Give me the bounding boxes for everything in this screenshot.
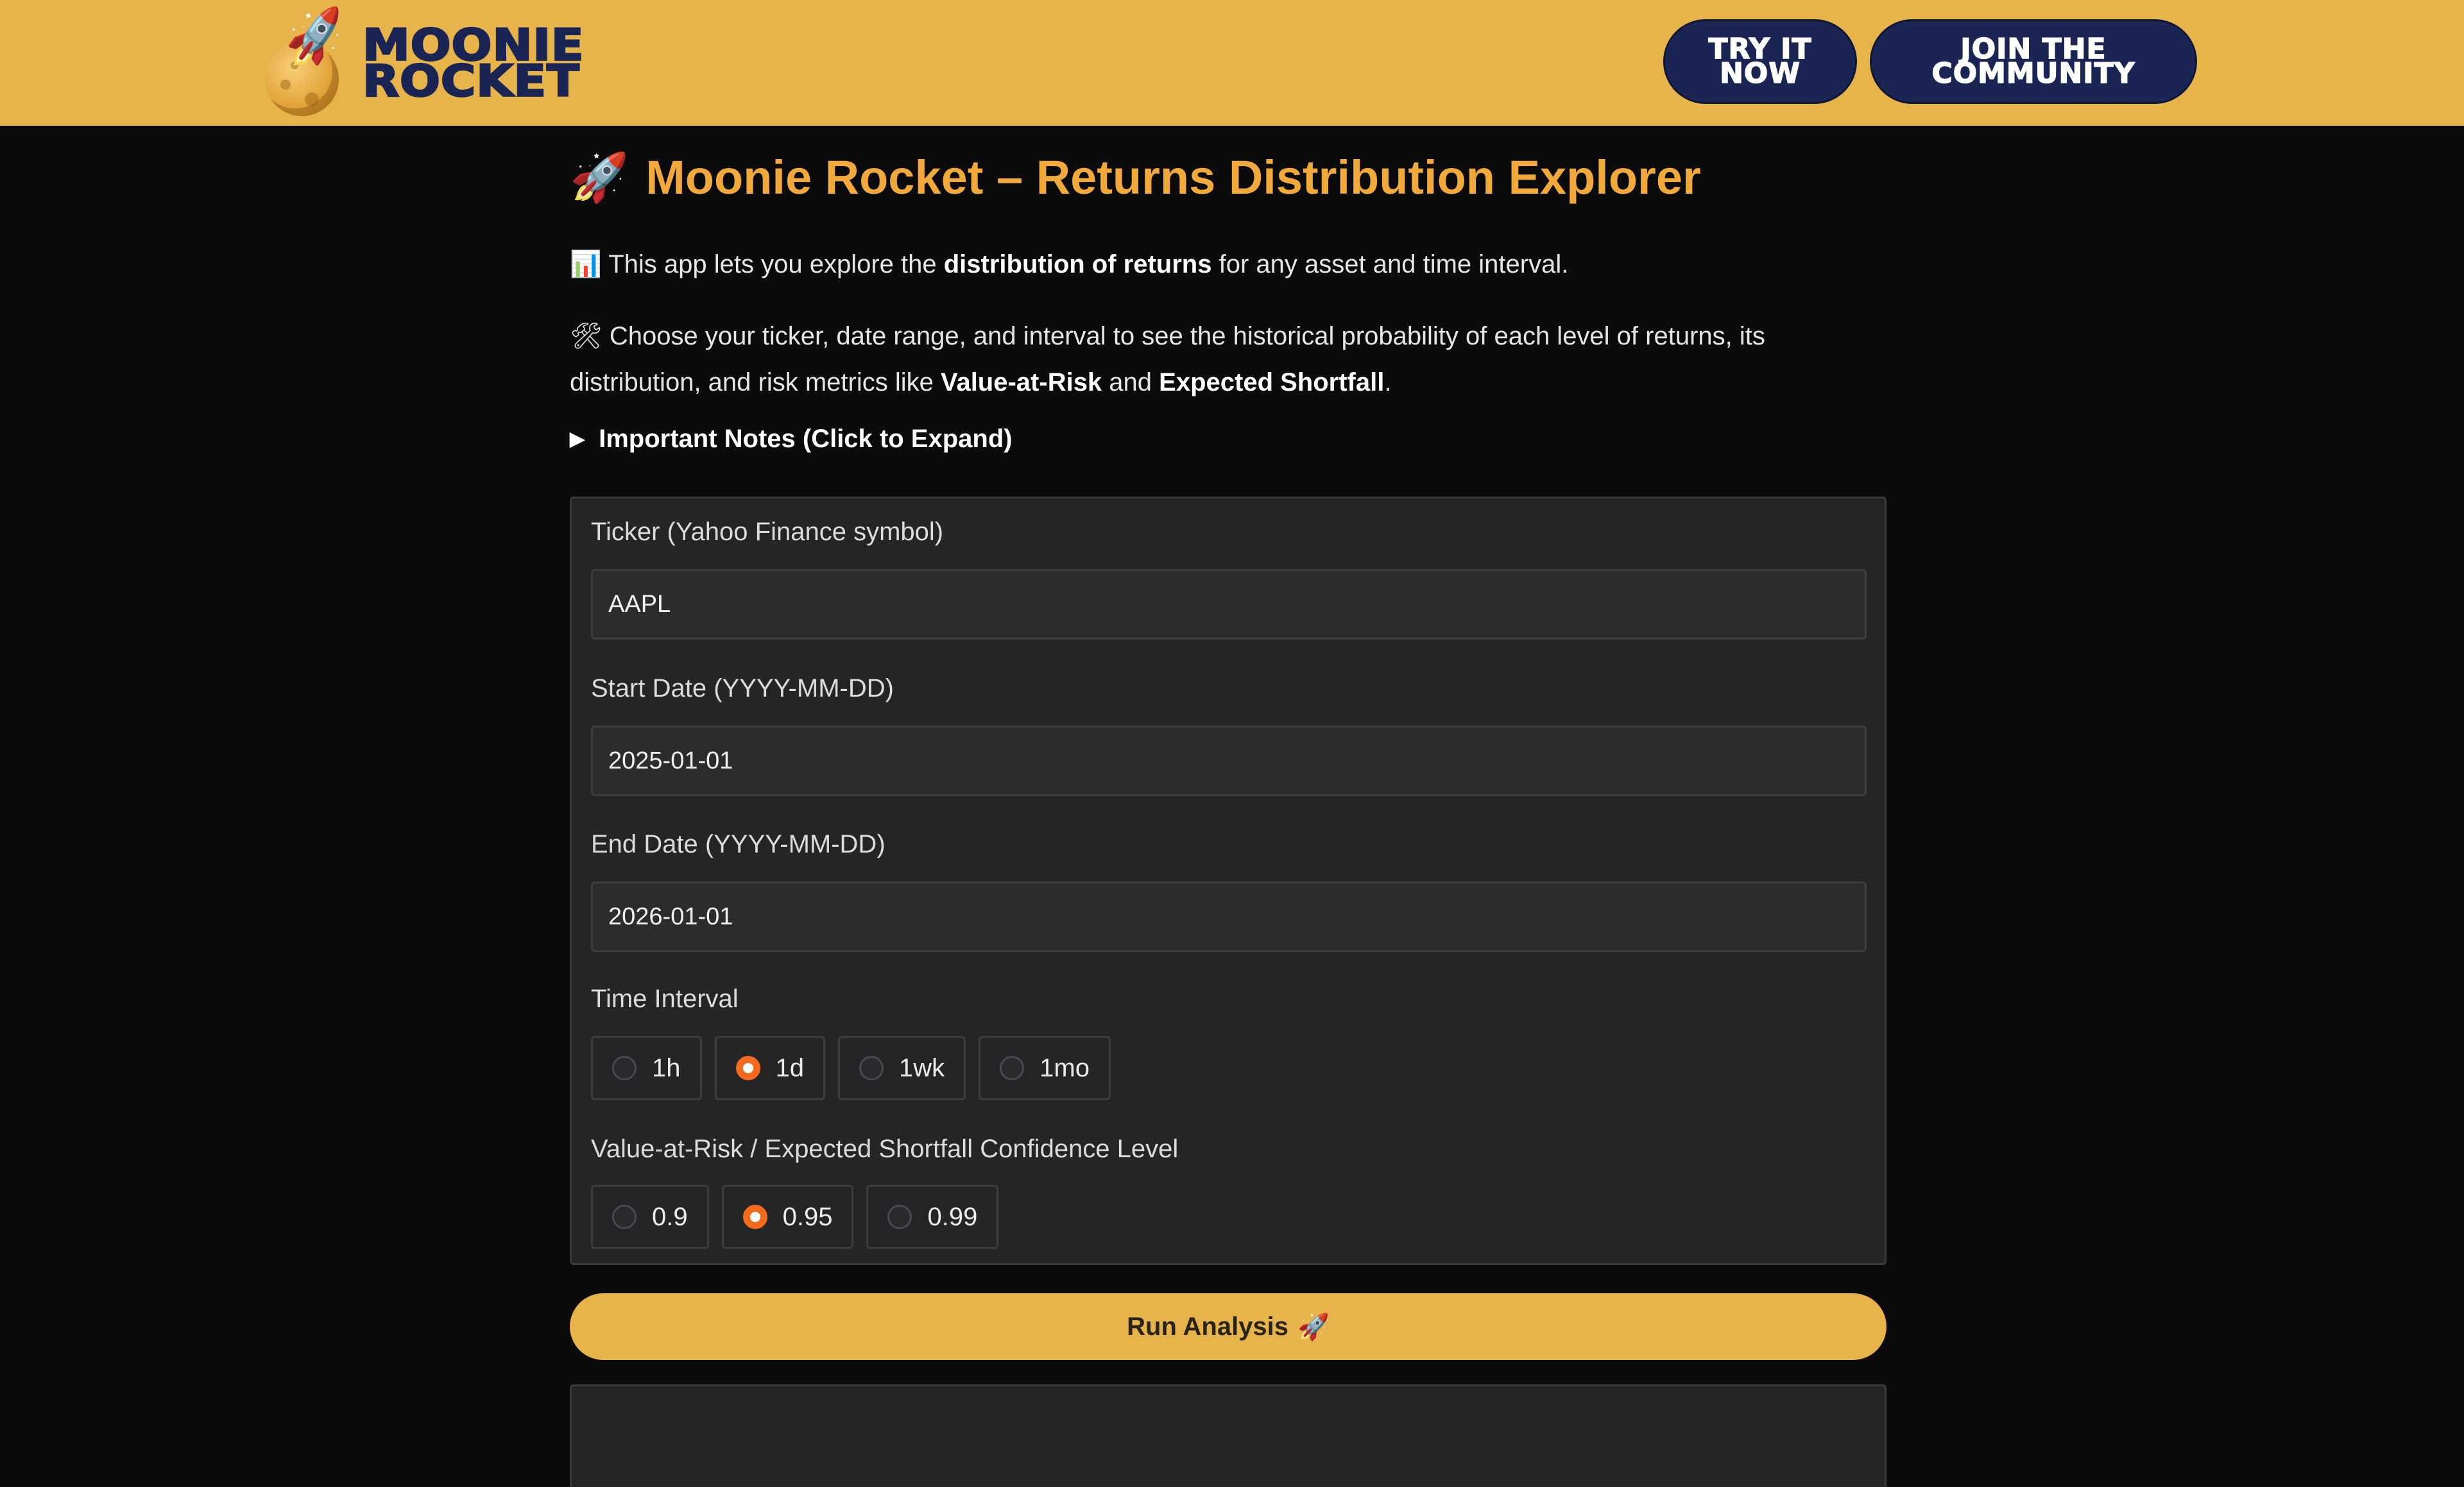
intro-text-post: for any asset and time interval. bbox=[1211, 250, 1569, 278]
run-analysis-button[interactable]: Run Analysis 🚀 bbox=[570, 1293, 1887, 1360]
moonie-rocket-logo[interactable]: 🚀 MOONIE ROCKET bbox=[260, 4, 671, 116]
radio-circle-icon bbox=[735, 1056, 760, 1080]
interval-option-1wk[interactable]: 1wk bbox=[838, 1036, 966, 1100]
instructions-bold-var: Value-at-Risk bbox=[940, 368, 1102, 396]
site-header: 🚀 MOONIE ROCKET TRY IT NOW JOIN THE COMM… bbox=[0, 0, 2464, 126]
radio-circle-icon bbox=[1000, 1056, 1025, 1080]
page-title-text: Moonie Rocket – Returns Distribution Exp… bbox=[646, 151, 1701, 204]
confidence-option-label: 0.9 bbox=[652, 1202, 688, 1231]
join-line-2: COMMUNITY bbox=[1931, 57, 2135, 90]
confidence-level-label: Value-at-Risk / Expected Shortfall Confi… bbox=[591, 1135, 1179, 1163]
notes-label: Important Notes (Click to Expand) bbox=[599, 425, 1013, 453]
radio-circle-icon bbox=[859, 1056, 884, 1080]
time-interval-radio-group: 1h 1d 1wk 1mo bbox=[591, 1036, 1111, 1100]
rocket-icon: 🚀 bbox=[1297, 1313, 1330, 1341]
start-date-label: Start Date (YYYY-MM-DD) bbox=[591, 674, 894, 702]
join-community-button[interactable]: JOIN THE COMMUNITY bbox=[1870, 19, 2197, 104]
logo-wordmark: MOONIE ROCKET bbox=[361, 22, 584, 106]
confidence-option-0_99[interactable]: 0.99 bbox=[866, 1185, 999, 1249]
page-title: 🚀 Moonie Rocket – Returns Distribution Ex… bbox=[570, 150, 1701, 206]
run-analysis-label: Run Analysis bbox=[1127, 1312, 1289, 1341]
interval-option-1mo[interactable]: 1mo bbox=[979, 1036, 1111, 1100]
important-notes-toggle[interactable]: ▶ Important Notes (Click to Expand) bbox=[570, 425, 1013, 454]
radio-circle-icon bbox=[612, 1205, 637, 1229]
end-date-input[interactable] bbox=[591, 881, 1867, 952]
confidence-option-label: 0.99 bbox=[927, 1202, 978, 1231]
intro-text-bold: distribution of returns bbox=[943, 250, 1212, 278]
confidence-option-0_9[interactable]: 0.9 bbox=[591, 1185, 709, 1249]
intro-paragraph: 📊 This app lets you explore the distribu… bbox=[570, 241, 1887, 287]
logo-line-2: ROCKET bbox=[361, 55, 580, 106]
instructions-paragraph: 🛠 Choose your ticker, date range, and in… bbox=[570, 313, 1887, 405]
instructions-text-post: . bbox=[1384, 368, 1392, 396]
rocket-icon: 🚀 bbox=[570, 151, 629, 204]
bar-chart-icon: 📊 bbox=[570, 250, 602, 278]
interval-option-1h[interactable]: 1h bbox=[591, 1036, 702, 1100]
interval-option-1d[interactable]: 1d bbox=[714, 1036, 825, 1100]
intro-text-pre: This app lets you explore the bbox=[601, 250, 944, 278]
interval-option-label: 1mo bbox=[1040, 1053, 1090, 1082]
instructions-text-mid: and bbox=[1102, 368, 1159, 396]
ticker-label: Ticker (Yahoo Finance symbol) bbox=[591, 518, 944, 546]
try-line-2: NOW bbox=[1719, 57, 1801, 90]
radio-circle-icon bbox=[612, 1056, 637, 1080]
expand-triangle-icon: ▶ bbox=[570, 429, 585, 450]
ticker-input[interactable] bbox=[591, 569, 1867, 640]
instructions-bold-es: Expected Shortfall bbox=[1159, 368, 1385, 396]
confidence-level-radio-group: 0.9 0.95 0.99 bbox=[591, 1185, 999, 1249]
time-interval-label: Time Interval bbox=[591, 985, 739, 1013]
end-date-label: End Date (YYYY-MM-DD) bbox=[591, 830, 886, 858]
interval-option-label: 1d bbox=[775, 1053, 805, 1082]
radio-circle-icon bbox=[887, 1205, 912, 1229]
start-date-input[interactable] bbox=[591, 726, 1867, 796]
confidence-option-label: 0.95 bbox=[782, 1202, 833, 1231]
try-it-now-button[interactable]: TRY IT NOW bbox=[1663, 19, 1857, 104]
results-panel bbox=[570, 1384, 1887, 1487]
confidence-option-0_95[interactable]: 0.95 bbox=[721, 1185, 854, 1249]
analysis-form: Ticker (Yahoo Finance symbol) Start Date… bbox=[570, 497, 1887, 1265]
moon-rocket-icon: 🚀 bbox=[260, 4, 351, 116]
tools-icon: 🛠 bbox=[570, 322, 603, 350]
interval-option-label: 1wk bbox=[899, 1053, 945, 1082]
interval-option-label: 1h bbox=[652, 1053, 681, 1082]
radio-circle-icon bbox=[742, 1205, 767, 1229]
